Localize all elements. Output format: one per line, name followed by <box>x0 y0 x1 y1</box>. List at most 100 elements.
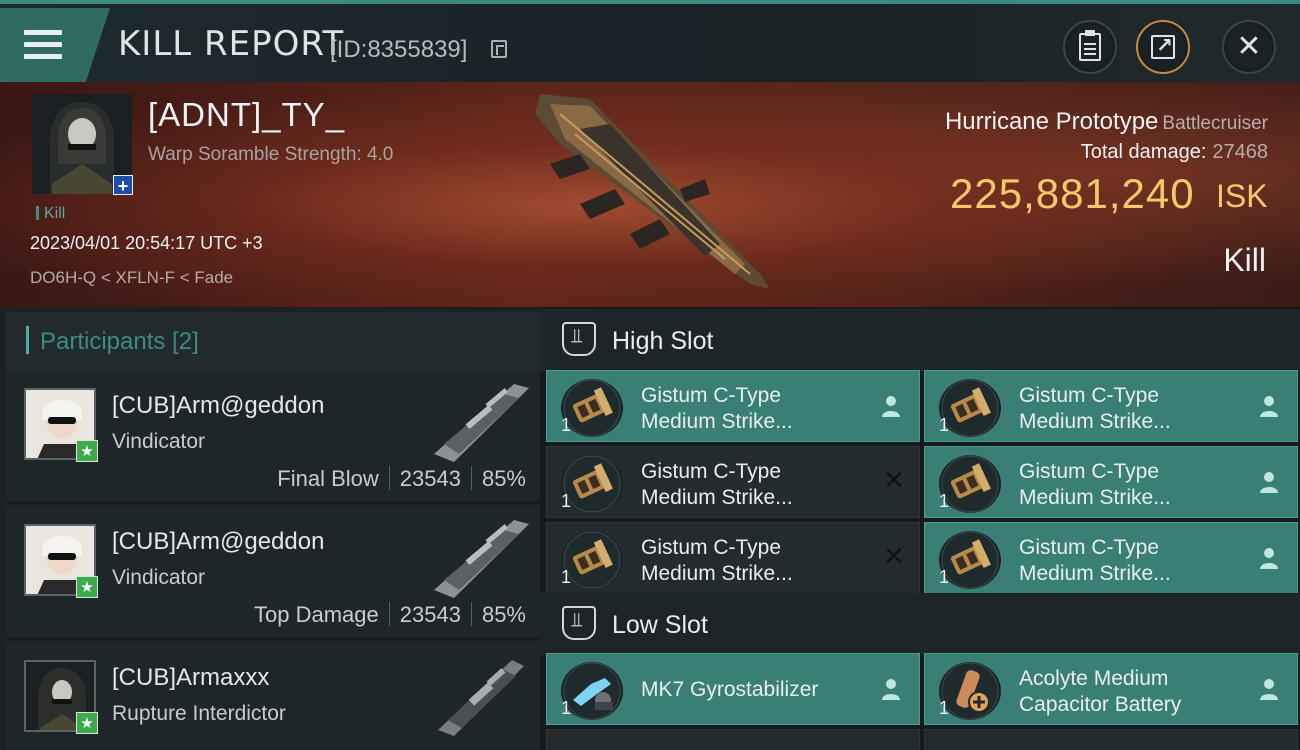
module-name-line2: Medium Strike... <box>641 486 793 509</box>
pilot-icon <box>1260 548 1278 569</box>
module-slot[interactable]: 1 Gistum C-Type Medium Strike... <box>546 370 920 442</box>
participant-name[interactable]: [CUB]Arm@geddon <box>112 392 324 420</box>
module-name-line1: Gistum C-Type <box>1019 460 1160 483</box>
close-button[interactable]: ✕ <box>1222 20 1276 74</box>
participant-ship-image <box>434 520 529 598</box>
divider <box>470 466 472 490</box>
low-slot-title: Low Slot <box>612 611 708 639</box>
victim-ship-image[interactable] <box>520 84 790 299</box>
pilot-icon <box>1260 396 1278 417</box>
victim-ship-name[interactable]: Hurricane Prototype Battlecruiser <box>945 108 1268 136</box>
participant-row[interactable]: ★ [CUB]Arm@geddon Vindicator Top Damage 2… <box>6 506 540 640</box>
participant-damage: 23543 <box>399 602 461 627</box>
kill-datetime: 2023/04/01 20:54:17 UTC +3 <box>30 233 263 253</box>
module-name-line1: Gistum C-Type <box>641 384 782 407</box>
module-quantity: 1 <box>561 491 572 511</box>
module-name: Gistum C-Type Medium Strike... <box>641 535 881 587</box>
participant-ship: Vindicator <box>112 566 206 589</box>
menu-button[interactable] <box>0 8 110 82</box>
victim-name[interactable]: [ADNT]_TY_ <box>148 96 345 134</box>
module-name-line2: Medium Strike... <box>641 562 793 585</box>
module-name-line2: Medium Strike... <box>1019 486 1171 509</box>
module-quantity: 1 <box>561 415 572 435</box>
copy-icon[interactable] <box>491 40 507 58</box>
participant-percent: 85% <box>481 466 526 491</box>
module-slot-partial[interactable] <box>924 729 1298 750</box>
participant-name[interactable]: [CUB]Arm@geddon <box>112 528 324 556</box>
participant-stats: Top Damage 23543 85% <box>254 602 526 628</box>
module-quantity: 1 <box>939 415 950 435</box>
participant-row[interactable]: ★ [CUB]Arm@geddon Vindicator Final Blow 2… <box>6 370 540 504</box>
header-accent-bar <box>26 326 29 354</box>
module-quantity: 1 <box>561 567 572 587</box>
module-slot[interactable]: 1 MK7 Gyrostabilizer <box>546 653 920 725</box>
high-slot-icon <box>562 322 596 356</box>
ship-class-text: Battlecruiser <box>1162 113 1268 134</box>
module-quantity: 1 <box>939 698 950 718</box>
share-button[interactable] <box>1136 20 1190 74</box>
pilot-icon <box>882 679 900 700</box>
divider <box>388 602 390 626</box>
module-slot[interactable]: 1 Gistum C-Type Medium Strike... ✕ <box>546 522 920 594</box>
destroyed-x-icon: ✕ <box>883 541 905 571</box>
participant-ship-image <box>434 384 529 462</box>
add-contact-button[interactable]: + <box>113 175 133 196</box>
total-damage: Total damage: 27468 <box>1081 141 1268 164</box>
menu-icon <box>24 30 62 66</box>
share-icon <box>1151 33 1175 59</box>
result-label: Kill <box>1223 242 1266 278</box>
report-id: [ID:8355839] <box>330 36 468 63</box>
participant-ship: Rupture Interdictor <box>112 702 286 725</box>
close-icon: ✕ <box>1236 30 1262 63</box>
module-name: MK7 Gyrostabilizer <box>641 677 881 703</box>
low-slot-header: Low Slot <box>540 593 1300 655</box>
module-name-line1: Gistum C-Type <box>1019 384 1160 407</box>
participant-ship-image <box>438 660 524 736</box>
isk-value: 225,881,240 <box>950 170 1195 217</box>
participant-name[interactable]: [CUB]Armaxxx <box>112 664 269 692</box>
total-damage-label: Total damage: <box>1080 141 1207 163</box>
module-name: Acolyte Medium Capacitor Battery <box>1019 666 1259 718</box>
participant-row[interactable]: ★ [CUB]Armaxxx Rupture Interdictor <box>6 642 540 750</box>
module-slot[interactable]: 1 Gistum C-Type Medium Strike... <box>924 370 1298 442</box>
module-name: Gistum C-Type Medium Strike... <box>1019 383 1259 435</box>
star-badge-icon: ★ <box>76 440 98 462</box>
kill-location[interactable]: DO6H-Q < XFLN-F < Fade <box>30 268 233 288</box>
divider <box>388 466 390 490</box>
pilot-icon <box>1260 472 1278 493</box>
clipboard-icon <box>1079 30 1101 61</box>
divider <box>470 602 472 626</box>
clipboard-button[interactable] <box>1063 20 1117 74</box>
module-slot[interactable]: 1 Gistum C-Type Medium Strike... ✕ <box>546 446 920 518</box>
isk-unit: ISK <box>1216 178 1268 214</box>
participant-ship: Vindicator <box>112 430 206 453</box>
page-title: KILL REPORT <box>118 24 345 64</box>
high-slot-header: High Slot <box>540 309 1300 371</box>
participant-role: Top Damage <box>254 602 379 627</box>
participant-damage: 23543 <box>399 466 461 491</box>
module-name-line1: Gistum C-Type <box>1019 536 1160 559</box>
top-bar: KILL REPORT [ID:8355839] ✕ <box>0 0 1300 82</box>
module-quantity: 1 <box>939 491 950 511</box>
module-slot[interactable]: 1 Acolyte Medium Capacitor Battery <box>924 653 1298 725</box>
module-name-line1: Gistum C-Type <box>641 536 782 559</box>
module-slot-partial[interactable] <box>546 729 920 750</box>
ship-name-text: Hurricane Prototype <box>944 108 1159 135</box>
destroyed-x-icon: ✕ <box>883 465 905 495</box>
module-name: Gistum C-Type Medium Strike... <box>1019 535 1259 587</box>
star-badge-icon: ★ <box>76 576 98 598</box>
warp-scramble-strength: Warp Soramble Strength: 4.0 <box>148 144 394 165</box>
pilot-icon <box>1260 679 1278 700</box>
module-name-line1: Gistum C-Type <box>641 460 782 483</box>
module-name: Gistum C-Type Medium Strike... <box>641 459 881 511</box>
star-badge-icon: ★ <box>76 712 98 734</box>
module-slot[interactable]: 1 Gistum C-Type Medium Strike... <box>924 446 1298 518</box>
low-slot-icon <box>562 606 596 640</box>
participant-stats: Final Blow 23543 85% <box>277 466 526 492</box>
participant-role: Final Blow <box>277 466 379 491</box>
participants-panel: Participants [2] ★ [CUB]Arm@geddon Vindi… <box>0 307 540 750</box>
fitting-panel: High Slot 1 Gistum C-Type Medium Strike..… <box>540 307 1300 750</box>
module-name-line1: MK7 Gyrostabilizer <box>641 678 819 701</box>
module-name-line2: Medium Strike... <box>641 410 793 433</box>
module-slot[interactable]: 1 Gistum C-Type Medium Strike... <box>924 522 1298 594</box>
